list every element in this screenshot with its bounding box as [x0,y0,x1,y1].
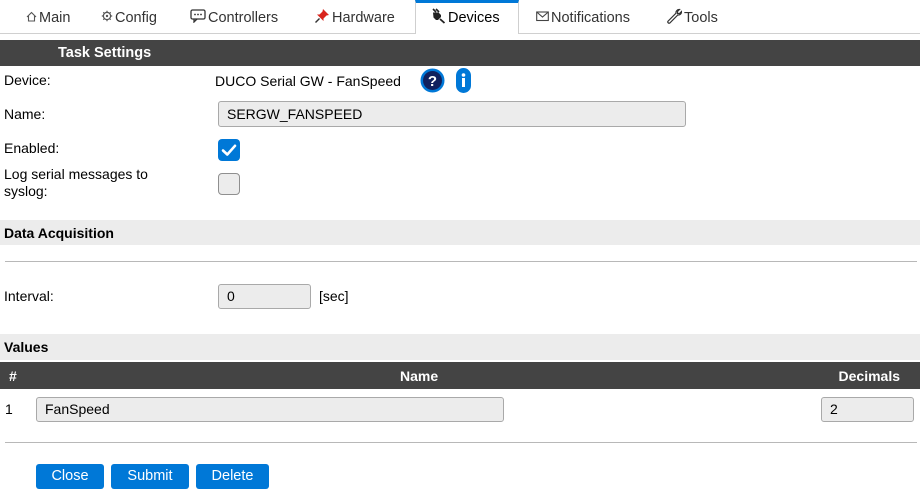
info-icon[interactable] [456,68,471,96]
name-label: Name: [4,106,46,122]
log-serial-label: Log serial messages to syslog: [4,166,148,199]
device-label: Device: [4,72,51,88]
wrench-icon [666,8,683,28]
column-decimals: Decimals [838,368,900,384]
interval-unit: [sec] [319,288,349,304]
pushpin-icon [314,8,330,28]
close-button[interactable]: Close [36,464,104,489]
value-name-input[interactable]: FanSpeed [36,397,504,422]
help-icon[interactable]: ? [420,68,445,96]
values-table-header: # Name Decimals [0,362,920,389]
divider [5,442,917,443]
delete-button[interactable]: Delete [196,464,269,489]
interval-label: Interval: [4,288,54,304]
tab-devices[interactable]: Devices [415,0,519,34]
tab-notifications[interactable]: Notifications [536,0,630,34]
message-icon [190,9,206,27]
data-acquisition-title: Data Acquisition [4,225,114,241]
tab-label: Notifications [551,10,630,26]
tab-config[interactable]: Config [101,0,157,34]
tab-label: Main [39,10,71,26]
submit-button[interactable]: Submit [111,464,189,489]
tab-label: Tools [684,10,718,26]
task-settings-header: Task Settings [0,40,920,66]
value-decimals-input[interactable]: 2 [821,397,914,422]
tab-label: Controllers [208,10,279,26]
tab-tools[interactable]: Tools [666,0,718,34]
svg-text:?: ? [428,73,437,90]
log-serial-checkbox[interactable] [218,173,240,195]
divider [5,261,917,262]
values-title: Values [4,339,49,355]
interval-input[interactable]: 0 [218,284,311,309]
tab-label: Devices [448,10,500,26]
envelope-icon [536,11,549,26]
tab-label: Hardware [332,10,395,26]
task-name-input[interactable]: SERGW_FANSPEED [218,101,686,127]
column-name: Name [400,368,439,384]
values-header: Values [0,334,920,360]
enabled-label: Enabled: [4,140,60,156]
enabled-checkbox[interactable] [218,139,240,161]
row-index: 1 [5,401,13,417]
tab-hardware[interactable]: Hardware [314,0,395,34]
gear-icon [101,10,113,26]
column-index: # [9,368,17,384]
plug-icon [430,8,446,28]
tab-main[interactable]: Main [26,0,70,34]
tab-label: Config [115,10,157,26]
main-tab-bar: Main Config Controllers Hardware Devices… [0,0,920,34]
device-value: DUCO Serial GW - FanSpeed [215,73,401,89]
data-acquisition-header: Data Acquisition [0,220,920,245]
home-icon [26,11,37,26]
task-settings-title: Task Settings [58,45,152,61]
tab-controllers[interactable]: Controllers [190,0,278,34]
